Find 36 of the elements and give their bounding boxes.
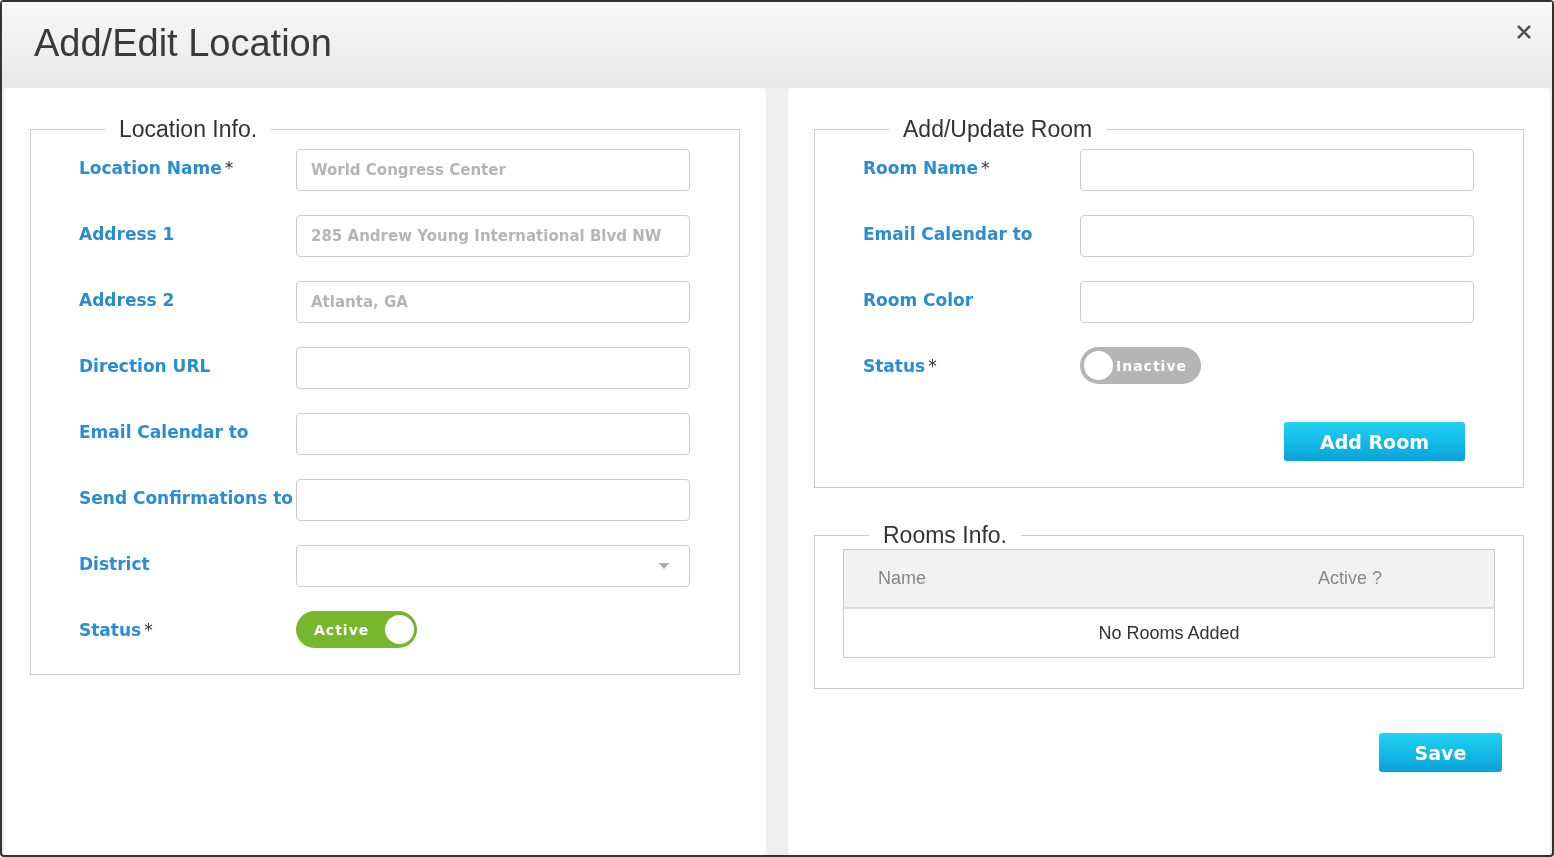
input-field[interactable]: 285 Andrew Young International Blvd NW <box>296 215 690 257</box>
field-label: District <box>79 553 151 576</box>
input-field[interactable] <box>1080 149 1474 191</box>
input-field[interactable] <box>296 479 690 521</box>
field-label: Direction URL <box>79 355 212 378</box>
group-legend: Location Info. <box>105 116 272 143</box>
field-label: Email Calendar to <box>79 421 250 444</box>
select-field[interactable] <box>296 545 690 587</box>
input-field[interactable] <box>1080 215 1474 257</box>
column-header: Active ? <box>1205 549 1495 608</box>
dialog-title: Add/Edit Location <box>34 21 332 65</box>
input-field[interactable]: Atlanta, GA <box>296 281 690 323</box>
field-label: Status * <box>79 619 154 642</box>
input-field[interactable] <box>296 413 690 455</box>
field-label: Room Color <box>863 289 975 312</box>
save-button[interactable]: Save <box>1379 733 1502 772</box>
field-label: Email Calendar to <box>863 223 1034 246</box>
column-header: Name <box>843 549 1206 608</box>
input-field[interactable]: World Congress Center <box>296 149 690 191</box>
field-label: Status * <box>863 355 938 378</box>
input-field[interactable] <box>296 347 690 389</box>
group-legend: Add/Update Room <box>889 116 1107 143</box>
close-button[interactable] <box>1516 24 1532 40</box>
field-label: Address 1 <box>79 223 176 246</box>
status-toggle[interactable]: Active <box>296 611 417 648</box>
close-icon <box>1516 24 1532 40</box>
field-label: Send Confirmations to <box>79 487 294 510</box>
input-field[interactable] <box>1080 281 1474 323</box>
status-toggle[interactable]: Inactive <box>1080 347 1201 384</box>
field-label: Room Name * <box>863 157 991 180</box>
field-label: Location Name * <box>79 157 235 180</box>
group-legend: Rooms Info. <box>869 522 1021 549</box>
add-room-button[interactable]: Add Room <box>1284 422 1465 461</box>
field-label: Address 2 <box>79 289 176 312</box>
caret-icon <box>659 563 669 569</box>
empty-message: No Rooms Added <box>843 608 1495 658</box>
